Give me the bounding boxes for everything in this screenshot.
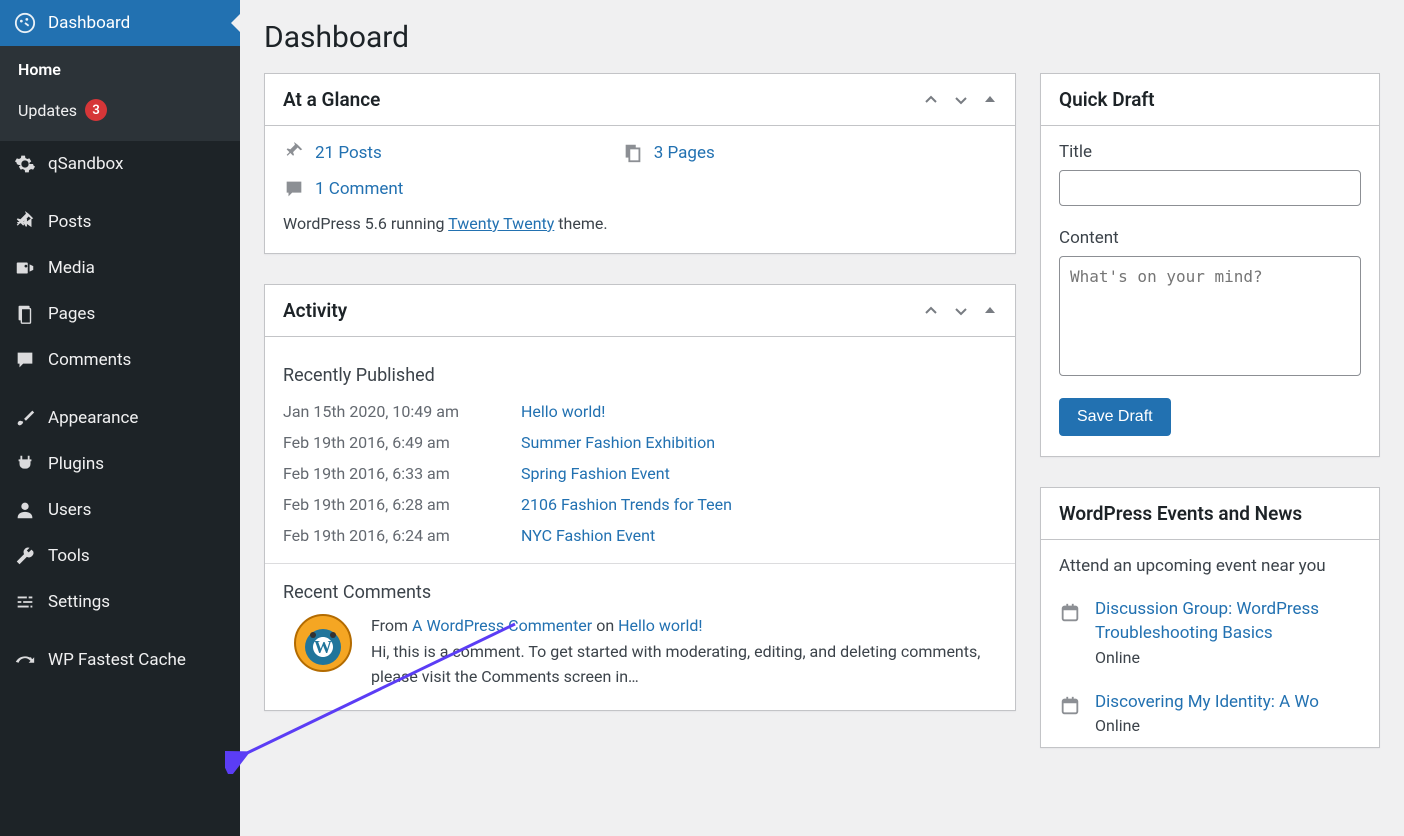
- sidebar-label: Appearance: [48, 408, 138, 428]
- sidebar-item-settings[interactable]: Settings: [0, 579, 240, 625]
- sidebar-item-qsandbox[interactable]: qSandbox: [0, 141, 240, 187]
- draft-content-textarea[interactable]: [1059, 256, 1361, 376]
- sidebar-label: WP Fastest Cache: [48, 650, 186, 670]
- calendar-icon: [1059, 602, 1081, 624]
- sidebar-label: Media: [48, 258, 95, 278]
- main-content: Dashboard At a Glance 21: [240, 0, 1404, 836]
- panel-title: WordPress Events and News: [1059, 502, 1302, 525]
- pin-icon: [14, 211, 36, 233]
- activity-post-row: Feb 19th 2016, 6:49 amSummer Fashion Exh…: [283, 427, 997, 458]
- activity-post-row: Jan 15th 2020, 10:49 amHello world!: [283, 396, 997, 427]
- panel-title: Activity: [283, 299, 347, 322]
- comment-post-link[interactable]: Hello world!: [618, 616, 702, 635]
- activity-post-row: Feb 19th 2016, 6:24 amNYC Fashion Event: [283, 520, 997, 551]
- calendar-icon: [1059, 695, 1081, 717]
- recent-comments-heading: Recent Comments: [283, 582, 997, 613]
- page-title: Dashboard: [264, 20, 1380, 55]
- sidebar-sub-updates[interactable]: Updates 3: [0, 89, 240, 131]
- panel-move-down-icon[interactable]: [953, 303, 969, 319]
- sidebar-label: Users: [48, 500, 91, 520]
- panel-move-up-icon[interactable]: [923, 92, 939, 108]
- panel-activity: Activity Recently Published Jan 15th 202…: [264, 284, 1016, 711]
- draft-title-input[interactable]: [1059, 170, 1361, 206]
- comment-icon: [283, 178, 305, 200]
- panel-title: Quick Draft: [1059, 88, 1155, 111]
- title-label: Title: [1059, 142, 1361, 162]
- activity-post-link[interactable]: Spring Fashion Event: [521, 464, 670, 483]
- theme-link[interactable]: Twenty Twenty: [448, 214, 554, 233]
- sidebar-label: qSandbox: [48, 154, 123, 174]
- sidebar-submenu-dashboard: Home Updates 3: [0, 46, 240, 141]
- panel-quick-draft: Quick Draft Title Content Save Draft: [1040, 73, 1380, 457]
- event-link[interactable]: Discovering My Identity: A Wo: [1095, 692, 1319, 712]
- panel-toggle-icon[interactable]: [983, 303, 997, 319]
- comment-body: From A WordPress Commenter on Hello worl…: [371, 613, 997, 690]
- user-icon: [14, 499, 36, 521]
- sidebar-item-wp-fastest-cache[interactable]: WP Fastest Cache: [0, 637, 240, 683]
- media-icon: [14, 257, 36, 279]
- pin-icon: [283, 142, 305, 164]
- activity-post-link[interactable]: Hello world!: [521, 402, 605, 421]
- save-draft-button[interactable]: Save Draft: [1059, 398, 1171, 436]
- wrench-icon: [14, 545, 36, 567]
- activity-post-row: Feb 19th 2016, 6:33 amSpring Fashion Eve…: [283, 458, 997, 489]
- content-label: Content: [1059, 228, 1361, 248]
- glance-posts-link[interactable]: 21 Posts: [283, 142, 382, 164]
- comment-icon: [14, 349, 36, 371]
- plug-icon: [14, 453, 36, 475]
- brush-icon: [14, 407, 36, 429]
- recently-published-heading: Recently Published: [283, 353, 997, 396]
- sidebar-label: Settings: [48, 592, 110, 612]
- panel-move-down-icon[interactable]: [953, 92, 969, 108]
- cheetah-icon: [14, 649, 36, 671]
- comment-item: W From A WordPress Commenter on Hello wo…: [283, 613, 997, 690]
- activity-post-row: Feb 19th 2016, 6:28 am2106 Fashion Trend…: [283, 489, 997, 520]
- event-location: Online: [1095, 648, 1361, 667]
- panel-title: At a Glance: [283, 88, 380, 111]
- event-location: Online: [1095, 716, 1319, 735]
- event-item: Discussion Group: WordPress Troubleshoot…: [1041, 586, 1379, 679]
- sidebar-item-media[interactable]: Media: [0, 245, 240, 291]
- glance-comments-link[interactable]: 1 Comment: [283, 178, 403, 200]
- sidebar-label: Dashboard: [48, 13, 130, 33]
- glance-pages-link[interactable]: 3 Pages: [622, 142, 715, 164]
- sidebar-label: Plugins: [48, 454, 104, 474]
- activity-post-link[interactable]: Summer Fashion Exhibition: [521, 433, 715, 452]
- panel-toggle-icon[interactable]: [983, 92, 997, 108]
- comment-author-link[interactable]: A WordPress Commenter: [412, 616, 592, 635]
- sidebar-item-plugins[interactable]: Plugins: [0, 441, 240, 487]
- activity-post-link[interactable]: 2106 Fashion Trends for Teen: [521, 495, 732, 514]
- sidebar-item-tools[interactable]: Tools: [0, 533, 240, 579]
- svg-text:W: W: [314, 637, 332, 657]
- avatar: W: [293, 613, 353, 673]
- wp-version-text: WordPress 5.6 running Twenty Twenty them…: [283, 214, 997, 233]
- sidebar-sub-home[interactable]: Home: [0, 50, 240, 89]
- sidebar-label: Comments: [48, 350, 131, 370]
- page-icon: [622, 142, 644, 164]
- sidebar-item-users[interactable]: Users: [0, 487, 240, 533]
- panel-move-up-icon[interactable]: [923, 303, 939, 319]
- sidebar-label: Tools: [48, 546, 90, 566]
- sidebar-item-appearance[interactable]: Appearance: [0, 395, 240, 441]
- page-icon: [14, 303, 36, 325]
- admin-sidebar: Dashboard Home Updates 3 qSandbox Posts …: [0, 0, 240, 836]
- event-item: Discovering My Identity: A Wo Online: [1041, 679, 1379, 748]
- events-attend-text: Attend an upcoming event near you: [1041, 540, 1379, 586]
- dashboard-icon: [14, 12, 36, 34]
- sidebar-label: Posts: [48, 212, 91, 232]
- panel-events: WordPress Events and News Attend an upco…: [1040, 487, 1380, 748]
- event-link[interactable]: Discussion Group: WordPress Troubleshoot…: [1095, 599, 1319, 643]
- sidebar-item-posts[interactable]: Posts: [0, 199, 240, 245]
- gear-icon: [14, 153, 36, 175]
- activity-post-link[interactable]: NYC Fashion Event: [521, 526, 655, 545]
- sidebar-item-dashboard[interactable]: Dashboard: [0, 0, 240, 46]
- sidebar-item-comments[interactable]: Comments: [0, 337, 240, 383]
- sidebar-item-pages[interactable]: Pages: [0, 291, 240, 337]
- updates-badge: 3: [85, 99, 107, 121]
- sliders-icon: [14, 591, 36, 613]
- panel-at-a-glance: At a Glance 21 Posts: [264, 73, 1016, 254]
- sidebar-label: Pages: [48, 304, 95, 324]
